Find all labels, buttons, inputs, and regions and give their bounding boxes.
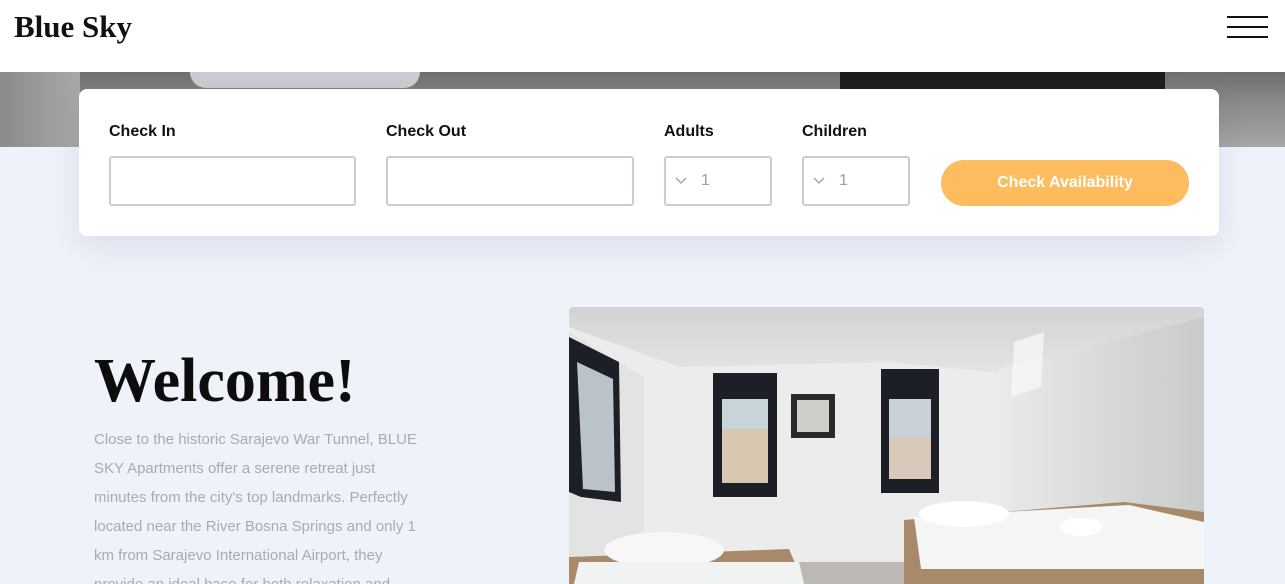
children-label: Children [802, 123, 867, 140]
adults-label: Adults [664, 123, 714, 140]
check-availability-button[interactable]: Check Availability [941, 160, 1189, 206]
booking-form: Check In Check Out Adults 1 Children 1 C… [79, 89, 1219, 236]
chevron-down-icon [675, 174, 687, 188]
site-header: Blue Sky [0, 0, 1285, 72]
welcome-text: Close to the historic Sarajevo War Tunne… [94, 431, 417, 584]
menu-line [1227, 36, 1268, 38]
check-in-label: Check In [109, 123, 176, 140]
hamburger-menu-icon[interactable] [1227, 16, 1269, 40]
hero-pillow [190, 72, 420, 88]
menu-line [1227, 26, 1268, 28]
adults-value: 1 [701, 172, 710, 189]
hero-headboard [840, 72, 1165, 89]
welcome-heading: Welcome! [94, 347, 356, 415]
children-value: 1 [839, 172, 848, 189]
menu-line [1227, 16, 1268, 18]
chevron-down-icon [813, 174, 825, 188]
adults-select[interactable]: 1 [664, 156, 772, 206]
brand-logo[interactable]: Blue Sky [14, 9, 132, 45]
room-photo [569, 307, 1204, 584]
hero-wall [0, 72, 80, 147]
children-select[interactable]: 1 [802, 156, 910, 206]
room-illustration [569, 307, 1204, 584]
check-in-input[interactable] [109, 156, 356, 206]
check-out-input[interactable] [386, 156, 634, 206]
check-out-label: Check Out [386, 123, 467, 140]
